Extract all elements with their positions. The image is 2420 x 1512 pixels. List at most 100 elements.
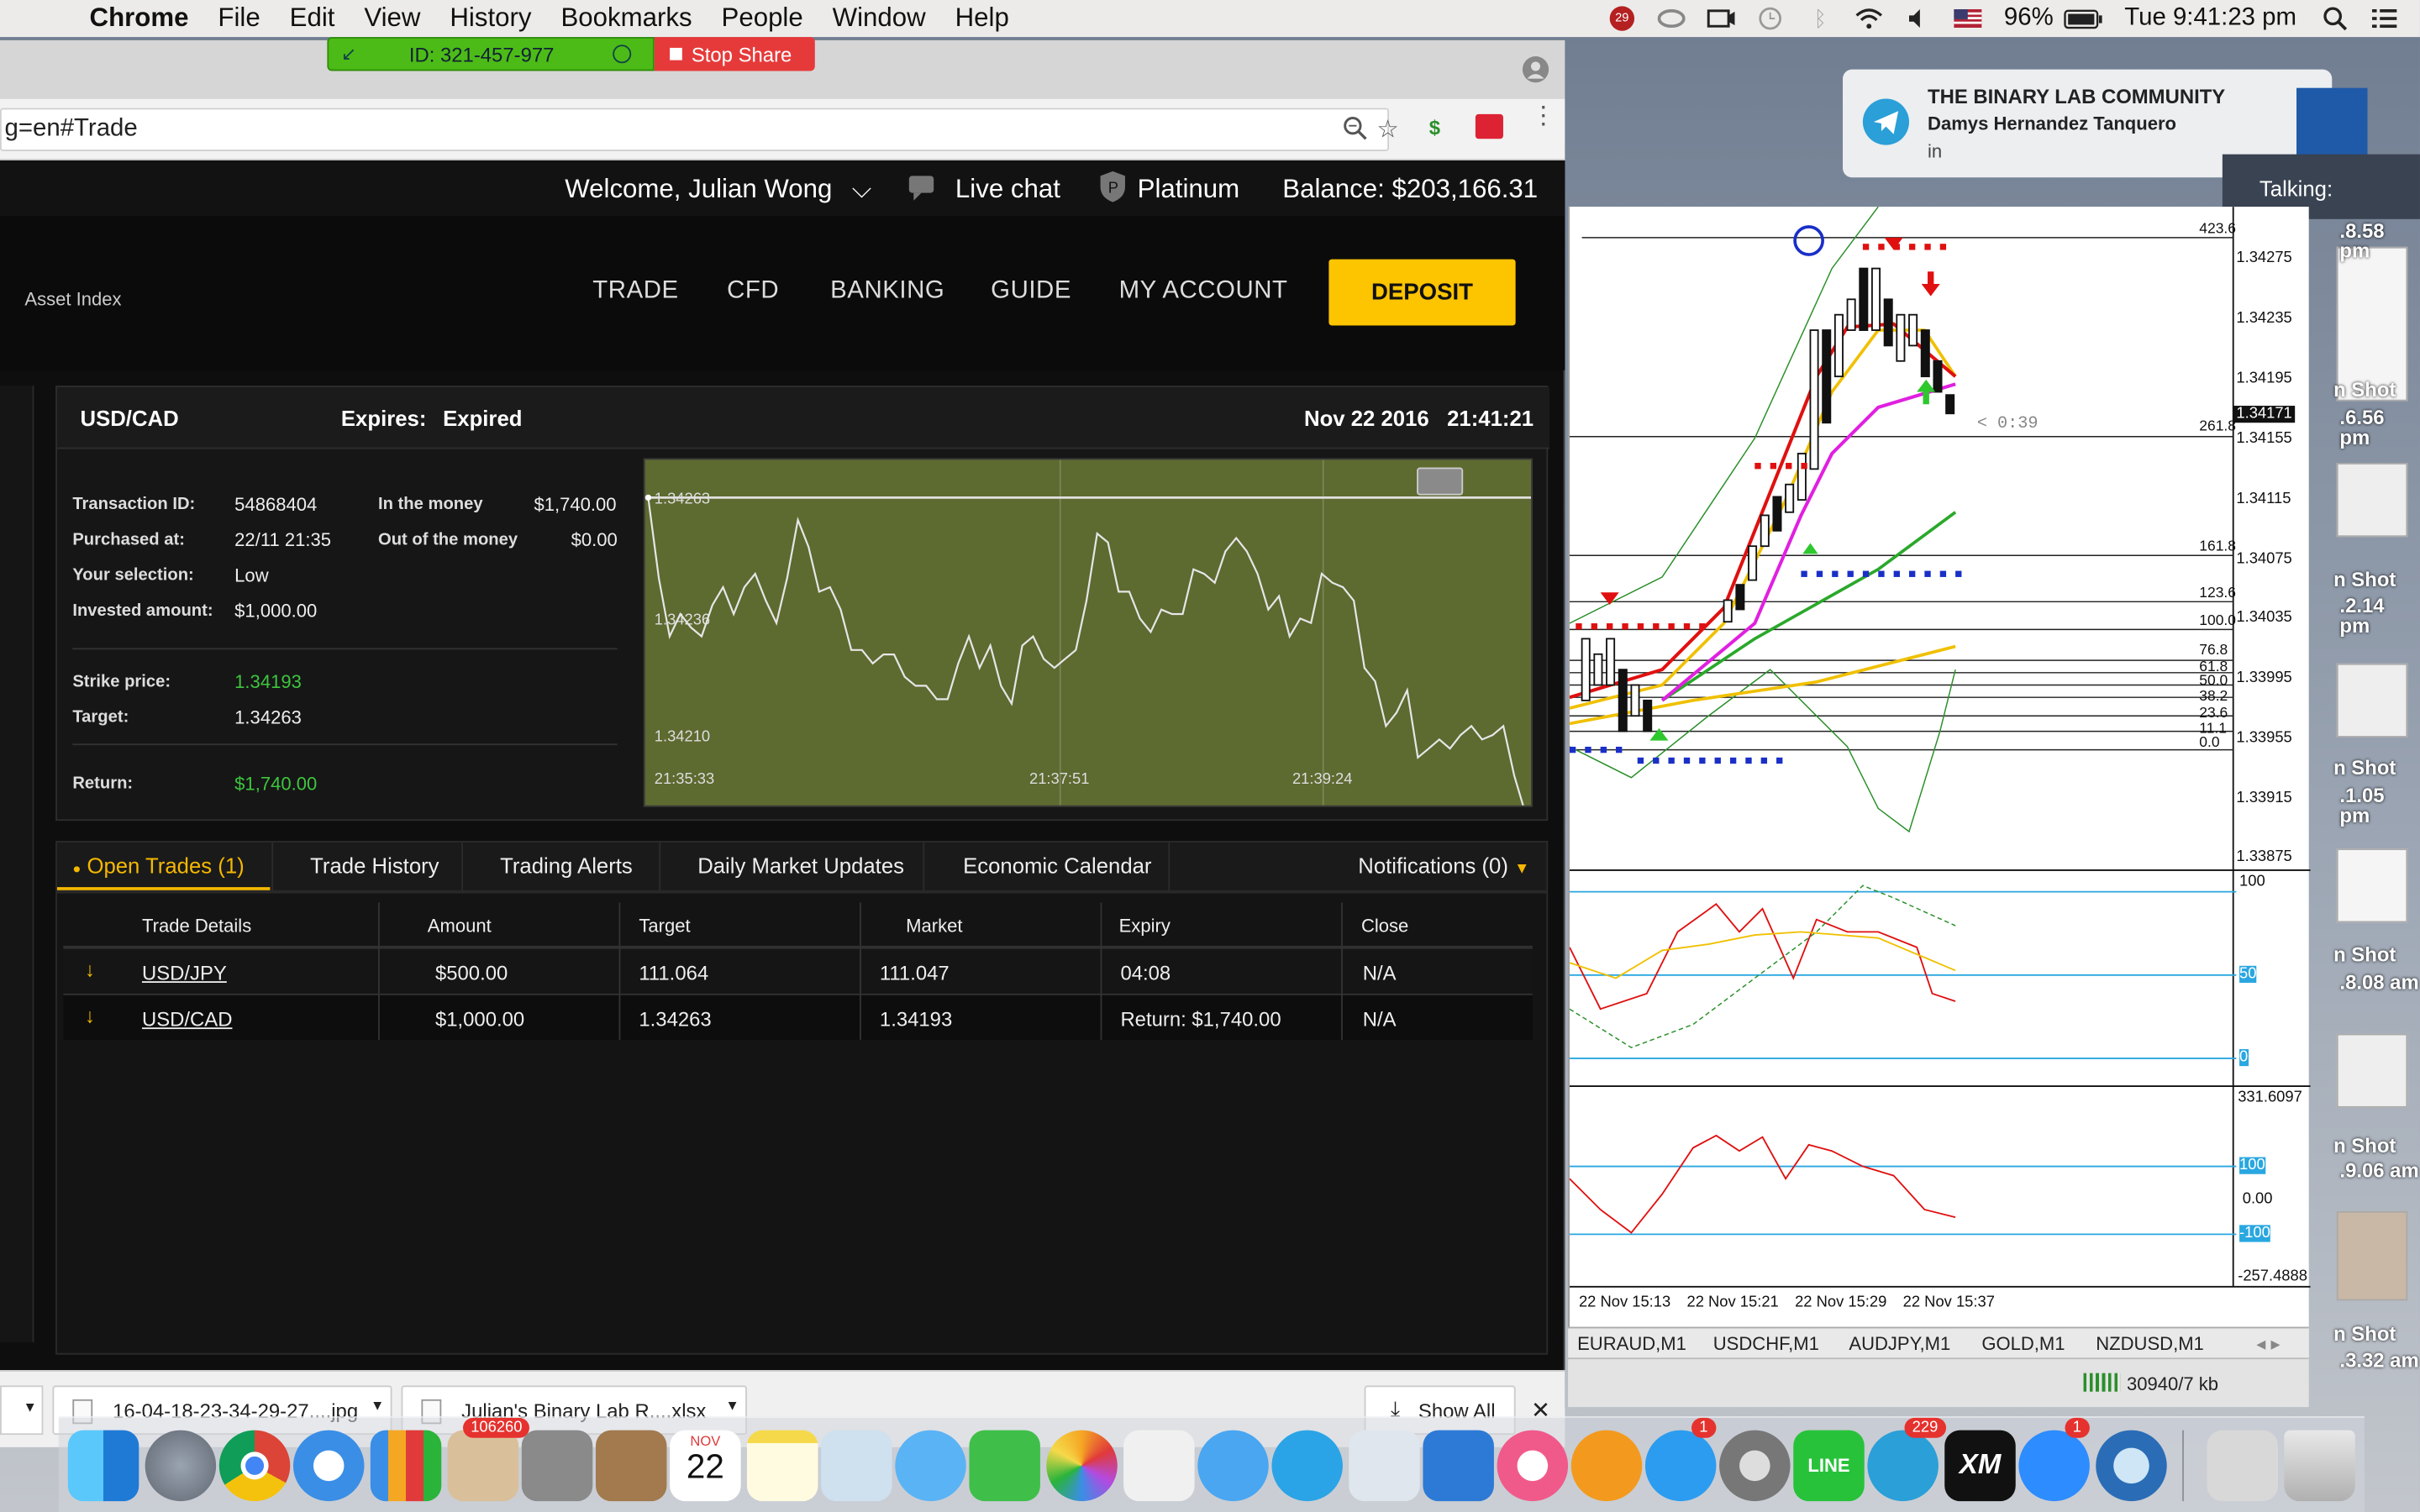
share-id-pill[interactable]: ↙ ID: 321-457-977 [327,37,655,71]
notification-center-icon[interactable] [2370,6,2398,30]
menu-app-name[interactable]: Chrome [90,3,189,34]
target-value: 1.34263 [234,706,302,728]
stop-share-button[interactable]: Stop Share [654,37,815,71]
app-store-icon[interactable]: 1 [1644,1417,1717,1502]
desktop-file-thumbnail[interactable] [2336,1210,2408,1301]
menu-window[interactable]: Window [833,3,926,34]
chat-icon[interactable] [908,175,941,210]
printer-icon[interactable] [2207,1430,2278,1502]
chart-x-tick: 21:39:24 [1292,769,1352,787]
flag-badge-count: 29 [1615,10,1629,25]
battery-icon[interactable] [2063,6,2103,30]
symbol-tab[interactable]: GOLD,M1 [1981,1333,2065,1355]
scroll-arrows-icon[interactable]: ◂ ▸ [2256,1333,2280,1355]
trash-icon[interactable] [2284,1430,2355,1502]
chrome-icon[interactable] [218,1430,291,1502]
system-preferences-icon[interactable] [1719,1430,1791,1502]
telegram-dock-icon[interactable]: 229 [1867,1417,1946,1502]
line-icon[interactable]: LINE [1793,1430,1865,1502]
deposit-button[interactable]: DEPOSIT [1328,259,1516,326]
symbol-tab[interactable]: USDCHF,M1 [1713,1333,1819,1355]
symbol-tab[interactable]: EURAUD,M1 [1577,1333,1686,1355]
metatrader-chart[interactable]: 1.34275 1.34235 1.34195 1.34171 1.34155 … [1568,207,2311,1361]
xm-icon[interactable]: XM [1944,1430,2016,1502]
finder-icon[interactable] [67,1430,139,1502]
bluetooth-icon[interactable]: ᛒ [1807,6,1834,30]
launchpad-icon[interactable] [145,1430,217,1502]
menu-history[interactable]: History [450,3,531,34]
extension-dollar-icon[interactable]: $ [1429,116,1440,139]
nav-guide[interactable]: GUIDE [991,278,1071,306]
photos-icon[interactable] [1046,1430,1118,1502]
keynote-icon[interactable] [1349,1430,1420,1502]
pages-icon[interactable] [1123,1430,1195,1502]
menu-edit[interactable]: Edit [290,3,335,34]
download-options-icon[interactable]: ▼ [371,1398,384,1413]
wifi-icon[interactable] [1856,6,1884,30]
menu-help[interactable]: Help [955,3,1009,34]
notes-icon[interactable] [746,1430,818,1502]
symbol-tab[interactable]: AUDJPY,M1 [1849,1333,1950,1355]
tab-trade-history[interactable]: Trade History [271,842,447,890]
safari-icon[interactable] [292,1430,365,1502]
in-money-value: $1,740.00 [534,493,617,516]
nav-cfd[interactable]: CFD [727,278,779,306]
flag-badge-icon[interactable]: 29 [1609,6,1637,31]
menu-view[interactable]: View [364,3,420,34]
tab-notifications[interactable]: Notifications (0) ▼ [1358,843,1546,890]
us-flag-icon[interactable] [1954,6,1983,30]
desktop-file-thumbnail[interactable] [2336,1033,2408,1108]
calendar-icon[interactable]: NOV 22 [670,1430,741,1502]
time-machine-icon[interactable] [1757,6,1785,30]
menubar-clock[interactable]: Tue 9:41:23 pm [2124,5,2296,33]
mail-icon[interactable] [1197,1430,1269,1502]
volume-icon[interactable] [1905,6,1933,30]
left-download-stub[interactable]: ▼ [0,1385,44,1436]
tab-daily-market-updates[interactable]: Daily Market Updates [659,842,923,890]
camera-icon[interactable] [1707,6,1736,30]
tab-open-trades[interactable]: ● Open Trades (1) [56,843,271,890]
keynote-chart-icon[interactable] [370,1430,442,1502]
cloud-app-icon[interactable] [1423,1430,1494,1502]
download-options-icon[interactable]: ▼ [725,1398,739,1413]
contacts-icon[interactable] [595,1430,667,1502]
menu-file[interactable]: File [218,3,260,34]
desktop-file-thumbnail[interactable] [2336,848,2408,923]
quicktime-icon[interactable] [2096,1430,2167,1502]
bookmark-star-icon[interactable]: ☆ [1376,114,1398,145]
desktop-file-thumbnail[interactable] [2336,663,2408,738]
calculator-icon[interactable] [521,1430,593,1502]
tab-trading-alerts[interactable]: Trading Alerts [461,842,659,890]
profile-icon[interactable] [1522,55,1549,91]
spotlight-icon[interactable] [2321,6,2349,31]
itunes-icon[interactable] [1497,1430,1569,1502]
messages-icon[interactable] [895,1430,966,1502]
url-field[interactable]: g=en#Trade [0,108,1390,151]
chart-expand-icon[interactable] [1417,467,1464,496]
sidebar-edge[interactable] [0,386,34,1342]
live-chat-link[interactable]: Live chat [955,175,1060,206]
skype-icon[interactable] [1271,1430,1343,1502]
column-dividers [57,902,1546,1040]
zoom-icon[interactable] [1343,116,1367,149]
asset-index-link[interactable]: Asset Index [24,288,121,310]
telegram-badge: 229 [1904,1417,1946,1438]
mail-stamp-icon[interactable]: 106260 [447,1417,530,1502]
nav-trade[interactable]: TRADE [592,278,678,306]
tab-trading-alerts-label: Trading Alerts [500,853,633,879]
chrome-menu-icon[interactable]: ⋮ [1531,104,1555,129]
facetime-icon[interactable] [969,1430,1040,1502]
nav-my-account[interactable]: MY ACCOUNT [1119,278,1288,306]
menu-bookmarks[interactable]: Bookmarks [560,3,692,34]
zoom-dock-icon[interactable]: 1 [2018,1417,2090,1502]
preview-icon[interactable] [821,1430,892,1502]
ibooks-icon[interactable] [1570,1430,1643,1502]
menu-people[interactable]: People [722,3,803,34]
extension-red-icon[interactable] [1475,113,1503,139]
creative-cloud-icon[interactable] [1658,6,1686,30]
tab-economic-calendar[interactable]: Economic Calendar [923,842,1171,890]
symbol-tab[interactable]: NZDUSD,M1 [2096,1333,2204,1355]
welcome-menu[interactable]: Welcome, Julian Wong ⌵ [565,175,871,206]
desktop-file-thumbnail[interactable] [2336,463,2408,538]
nav-banking[interactable]: BANKING [830,278,944,306]
